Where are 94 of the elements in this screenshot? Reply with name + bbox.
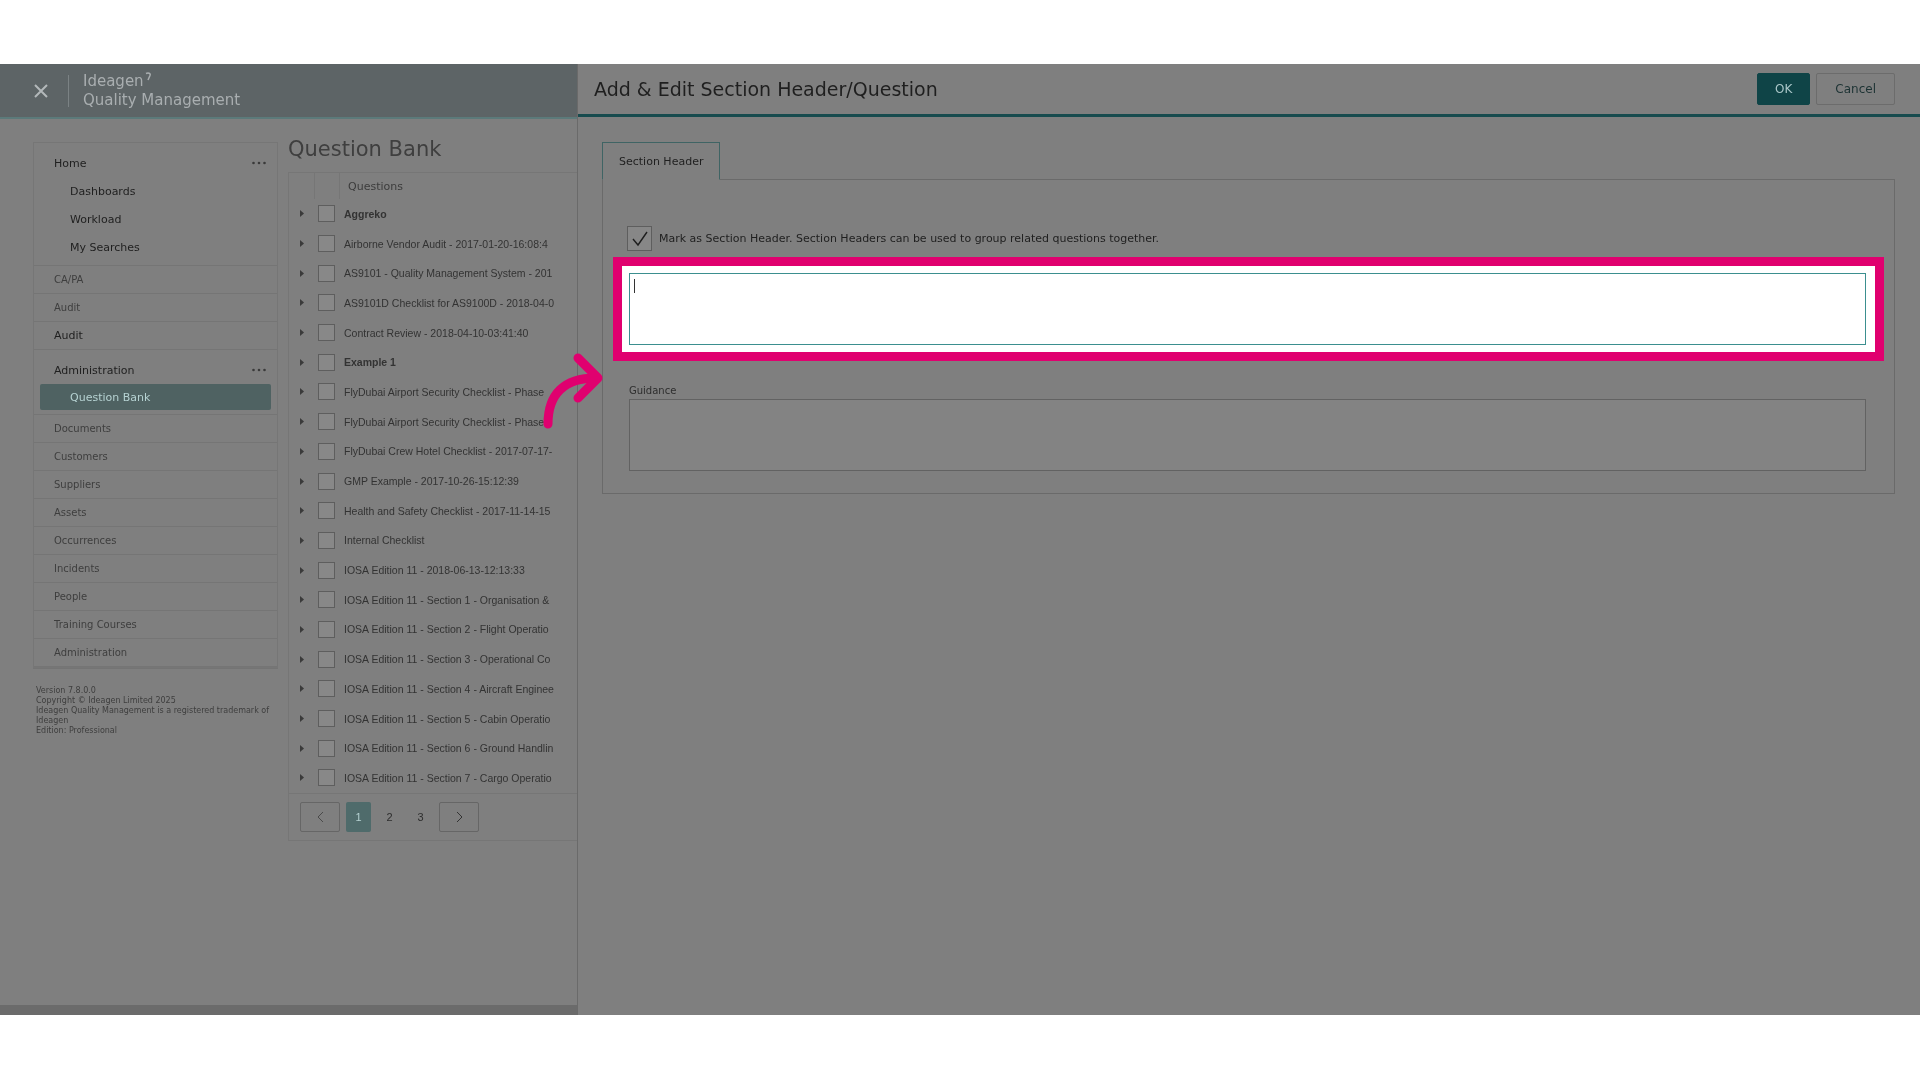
row-checkbox[interactable] (318, 591, 335, 609)
row-checkbox[interactable] (318, 650, 335, 668)
row-checkbox[interactable] (318, 264, 335, 282)
question-name[interactable]: IOSA Edition 11 - Section 1 - Organisation & (344, 593, 550, 606)
chevron-left-icon (316, 810, 324, 823)
dialog-title: Add & Edit Section Header/Question (594, 78, 938, 100)
question-name[interactable]: Airborne Vendor Audit - 2017-01-20-16:08:4 (344, 237, 548, 250)
caret-icon (299, 388, 304, 396)
sidebar-item[interactable]: Administration (54, 363, 135, 377)
column-header: Questions (348, 179, 403, 193)
caret-icon (299, 566, 304, 574)
caret-icon (299, 625, 304, 633)
row-checkbox[interactable] (318, 294, 335, 312)
row-checkbox[interactable] (318, 769, 335, 787)
sidebar-subitem[interactable]: Dashboards (40, 177, 271, 205)
question-name[interactable]: Contract Review - 2018-04-10-03:41:40 (344, 326, 529, 339)
row-checkbox[interactable] (318, 413, 335, 431)
question-name[interactable]: FlyDubai Airport Security Checklist - Phase (344, 385, 545, 398)
footer-text: Copyright © Ideagen Limited 2025 (36, 696, 177, 706)
row-checkbox[interactable] (318, 353, 335, 371)
row-checkbox[interactable] (318, 324, 335, 342)
row-checkbox[interactable] (318, 235, 335, 253)
row-checkbox[interactable] (318, 383, 335, 401)
sidebar-subitem[interactable]: Question Bank (40, 384, 271, 410)
caret-icon (299, 299, 304, 307)
question-name[interactable]: FlyDubai Crew Hotel Checklist - 2017-07-17- (344, 445, 553, 458)
caret-icon (299, 715, 304, 723)
sidebar-item[interactable]: Home (54, 156, 87, 170)
question-name[interactable]: Health and Safety Checklist - 2017-11-14-15 (344, 504, 551, 517)
cancel-button[interactable]: Cancel (1816, 73, 1895, 105)
more-icon[interactable] (251, 159, 267, 167)
previous-page-button[interactable] (300, 801, 340, 832)
guidance-field[interactable] (629, 399, 1866, 471)
row-checkbox[interactable] (318, 710, 335, 728)
question-name[interactable]: IOSA Edition 11 - Section 7 - Cargo Operatio (344, 771, 552, 784)
ok-button[interactable]: OK (1757, 73, 1811, 105)
question-name[interactable]: AS9101D Checklist for AS9100D - 2018-04-0 (344, 296, 555, 309)
question-name[interactable]: IOSA Edition 11 - Section 4 - Aircraft Enginee (344, 682, 554, 695)
caret-icon (299, 358, 304, 366)
row-checkbox[interactable] (318, 472, 335, 490)
question-name[interactable]: AS9101 - Quality Management System - 201 (344, 267, 553, 280)
row-checkbox[interactable] (318, 739, 335, 757)
sidebar-subitem[interactable]: Workload (40, 205, 271, 233)
caret-icon (299, 655, 304, 663)
caret-icon (299, 596, 304, 604)
text-cursor (634, 279, 635, 293)
caret-icon (299, 685, 304, 693)
page-title: Question Bank (288, 137, 443, 161)
question-name[interactable]: IOSA Edition 11 - 2018-06-13-12:13:33 (344, 564, 525, 577)
brand-name: Ideagen (83, 71, 144, 91)
question-name[interactable]: IOSA Edition 11 - Section 6 - Ground Handlin (344, 742, 554, 755)
chevron-right-icon (455, 810, 463, 823)
section-header-field[interactable] (629, 273, 1866, 345)
caret-icon (299, 536, 304, 544)
sidebar-item[interactable]: Audit (54, 329, 83, 342)
row-checkbox[interactable] (318, 561, 335, 579)
tab[interactable]: Section Header (602, 142, 721, 180)
footer-text: Version 7.8.0.0 (36, 686, 97, 696)
caret-icon (299, 269, 304, 277)
checkbox[interactable] (627, 226, 652, 251)
question-name[interactable]: IOSA Edition 11 - Section 2 - Flight Operatio (344, 623, 549, 636)
sidebar-subitem[interactable]: My Searches (40, 233, 271, 261)
question-name[interactable]: IOSA Edition 11 - Section 5 - Cabin Operatio (344, 712, 551, 725)
caret-icon (299, 507, 304, 515)
page-button[interactable]: 1 (346, 801, 371, 832)
question-name[interactable]: FlyDubai Airport Security Checklist - Phase (344, 415, 545, 428)
product-name: Quality Management (83, 90, 241, 110)
row-checkbox[interactable] (318, 531, 335, 549)
page-button[interactable]: 3 (408, 801, 433, 832)
question-name[interactable]: Internal Checklist (344, 534, 425, 547)
row-checkbox[interactable] (318, 620, 335, 638)
field-label: Guidance (629, 385, 678, 396)
logo-mark-icon (144, 71, 152, 81)
footer-text: Edition: Professional (36, 726, 118, 736)
caret-icon (299, 477, 304, 485)
question-name[interactable]: IOSA Edition 11 - Section 3 - Operational Co (344, 653, 551, 666)
caret-icon (299, 447, 304, 455)
caret-icon (299, 418, 304, 426)
caret-icon (299, 240, 304, 248)
question-name[interactable]: Example 1 (344, 356, 396, 369)
caret-icon (299, 210, 304, 218)
next-page-button[interactable] (439, 801, 479, 832)
more-icon[interactable] (251, 366, 267, 374)
caret-icon (299, 744, 304, 752)
row-checkbox[interactable] (318, 680, 335, 698)
question-name[interactable]: GMP Example - 2017-10-26-15:12:39 (344, 475, 519, 488)
caret-icon (299, 774, 304, 782)
row-checkbox[interactable] (318, 205, 335, 223)
checkbox-label: Mark as Section Header. Section Headers can be used to group related questions together. (659, 232, 1160, 245)
question-name[interactable]: Aggreko (344, 207, 387, 220)
page-button[interactable]: 2 (377, 801, 402, 832)
row-checkbox[interactable] (318, 502, 335, 520)
row-checkbox[interactable] (318, 442, 335, 460)
caret-icon (299, 329, 304, 337)
